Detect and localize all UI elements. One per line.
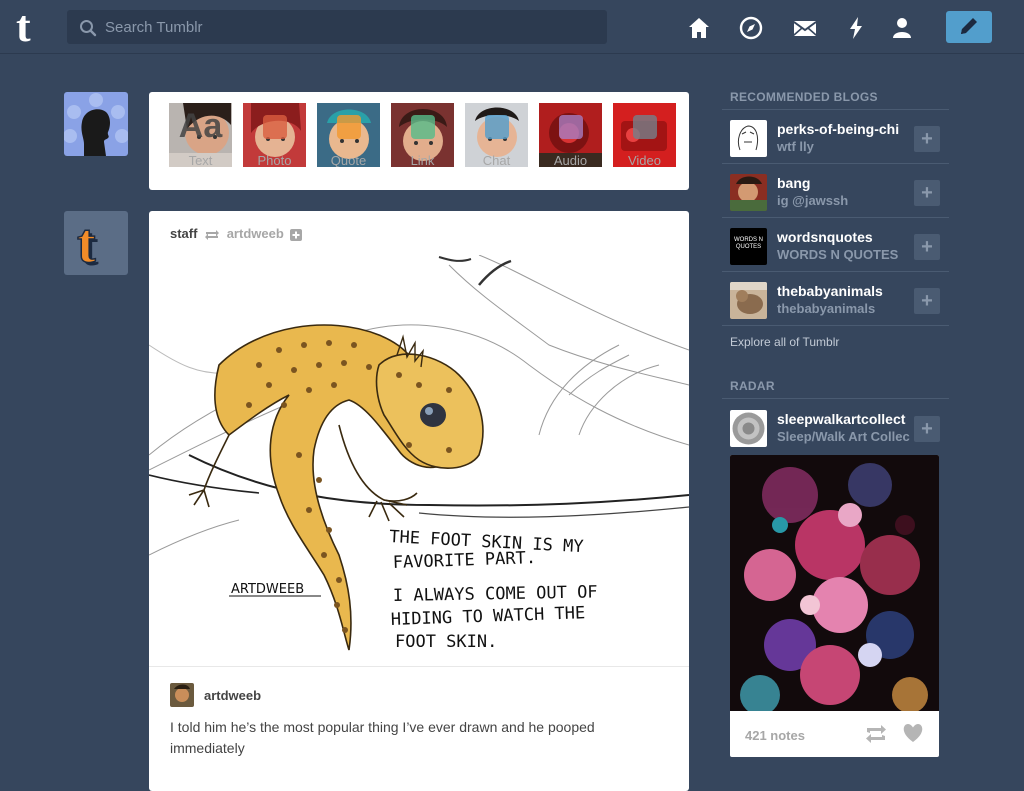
post-type-chat[interactable]: Chat [465,103,528,167]
blog-avatar[interactable] [730,174,767,211]
follow-button[interactable]: + [914,416,940,442]
post-type-text[interactable]: Aa Text [169,103,232,167]
artdweeb-avatar[interactable] [170,683,194,707]
post-type-quote[interactable]: Quote [317,103,380,167]
post-author[interactable]: staff [170,226,197,241]
art-text-line3: I ALWAYS COME OUT OF [393,582,598,606]
recommended-blog[interactable]: WORDS N QUOTES wordsnquotes WORDS N QUOT… [722,218,949,272]
home-icon[interactable] [686,15,712,41]
divider [149,666,689,667]
activity-icon[interactable] [843,15,869,41]
art-text-line5: FOOT SKIN. [395,632,497,652]
follow-plus-icon[interactable] [290,228,303,241]
post-type-link[interactable]: Link [391,103,454,167]
pencil-icon [961,18,977,34]
radar-image[interactable] [730,455,939,711]
recommended-blogs-title: RECOMMENDED BLOGS [730,90,878,104]
radar-blog[interactable]: sleepwalkartcollect Sleep/Walk Art Colle… [722,400,949,454]
heart-icon[interactable] [902,723,924,743]
dashboard-post: staff artdweeb THE FOOT SKIN IS MY FAVOR… [149,211,689,791]
explore-icon[interactable] [738,15,764,41]
reblog-icon[interactable] [864,723,888,745]
video-camera-icon [633,115,657,139]
follow-button[interactable]: + [914,180,940,206]
post-type-photo[interactable]: Photo [243,103,306,167]
post-header: staff artdweeb [170,226,303,244]
recommended-blog[interactable]: bang ig @jawssh + [722,164,949,218]
recommended-blog[interactable]: thebabyanimals thebabyanimals + [722,272,949,326]
art-signature: ARTDWEEB [231,582,304,597]
user-avatar[interactable] [64,92,128,156]
link-icon [411,115,435,139]
radar-post[interactable]: 421 notes [730,455,939,757]
search-icon [80,20,97,37]
blog-avatar[interactable] [730,120,767,157]
follow-button[interactable]: + [914,234,940,260]
quote-icon [337,115,361,139]
account-icon[interactable] [889,15,915,41]
headphones-icon [559,115,583,139]
compose-button[interactable] [946,11,992,43]
text-glyph: Aa [178,107,223,145]
follow-button[interactable]: + [914,288,940,314]
explore-link[interactable]: Explore all of Tumblr [730,335,839,349]
notes-count[interactable]: 421 notes [745,728,805,743]
svg-text:t: t [77,213,96,275]
search-bar[interactable] [67,10,607,44]
camera-icon [263,115,287,139]
inbox-icon[interactable] [792,15,818,41]
post-type-video[interactable]: Video [613,103,676,167]
reblog-icon [205,229,220,240]
reblogged-from[interactable]: artdweeb [227,226,284,241]
blog-avatar[interactable]: WORDS N QUOTES [730,228,767,265]
follow-button[interactable]: + [914,126,940,152]
tumblr-logo[interactable]: t [16,5,50,49]
staff-avatar[interactable]: t t [64,211,128,275]
post-type-audio[interactable]: Audio [539,103,602,167]
divider [722,398,949,399]
reblog-username[interactable]: artdweeb [204,688,261,703]
blog-avatar[interactable] [730,282,767,319]
post-type-selector: Aa Text Photo Quote Link Chat Audio Vide… [149,92,689,190]
search-input[interactable] [105,10,595,44]
radar-title: RADAR [730,379,775,393]
top-bar: t [0,0,1024,54]
chat-icon [485,115,509,139]
post-image-gecko[interactable]: THE FOOT SKIN IS MY FAVORITE PART. I ALW… [149,255,689,659]
recommended-blog[interactable]: perks-of-being-chi wtf lly + [722,110,949,164]
blog-avatar[interactable] [730,410,767,447]
post-caption: I told him he’s the most popular thing I… [170,719,595,756]
